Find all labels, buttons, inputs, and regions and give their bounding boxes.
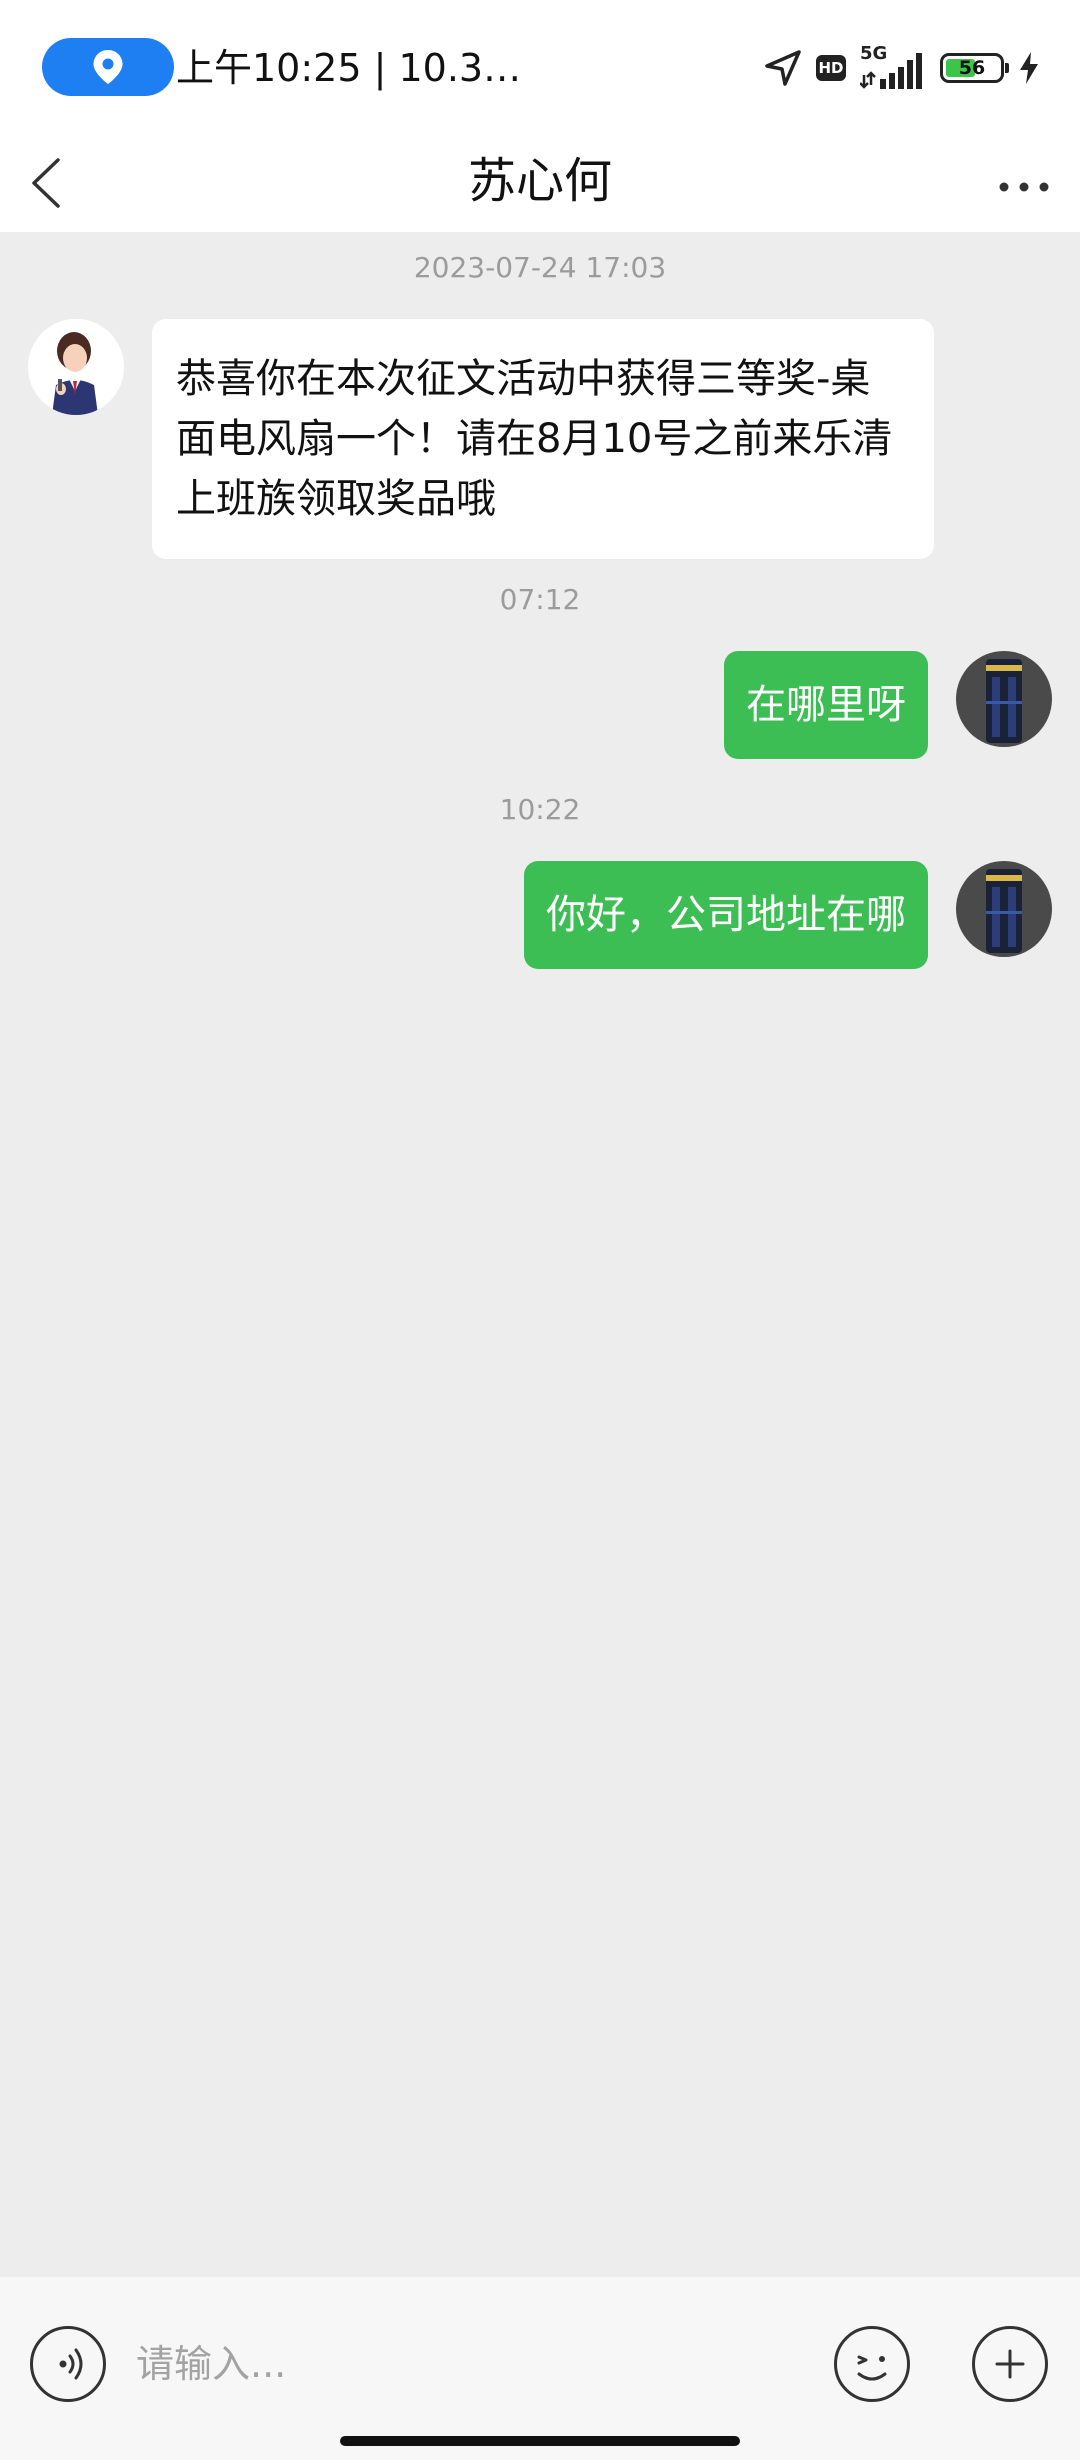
more-dots-icon: [999, 182, 1049, 192]
user-avatar[interactable]: [956, 651, 1052, 747]
status-bar: 上午10:25 | 10.3… HD 5G 56: [0, 0, 1080, 130]
user-avatar-image: [956, 651, 1052, 747]
location-indicator: [42, 38, 174, 96]
message-timestamp: 07:12: [499, 583, 581, 616]
outgoing-message-bubble[interactable]: 在哪里呀: [724, 651, 928, 759]
chat-header: 苏心何: [0, 130, 1080, 232]
outgoing-message-text: 你好，公司地址在哪: [546, 892, 906, 938]
incoming-message-bubble[interactable]: 恭喜你在本次征文活动中获得三等奖-桌面电风扇一个！请在8月10号之前来乐清上班族…: [152, 319, 934, 559]
message-timestamp: 10:22: [499, 793, 581, 826]
user-avatar-image: [956, 861, 1052, 957]
more-options-button[interactable]: [994, 152, 1054, 212]
signal-icon: 5G: [860, 45, 926, 91]
outgoing-message-text: 在哪里呀: [746, 682, 906, 728]
voice-icon: [59, 2348, 83, 2380]
battery-cap: [1005, 63, 1009, 73]
chat-message-list[interactable]: 2023-07-24 17:03 恭喜你在本次征文活动中获得三等奖-桌面电风扇一…: [0, 232, 1080, 2277]
home-indicator[interactable]: [340, 2436, 740, 2446]
emoji-icon: [857, 2355, 887, 2381]
voice-input-button[interactable]: [30, 2326, 106, 2402]
status-icons: HD 5G 56: [764, 40, 1040, 96]
emoji-button[interactable]: [834, 2326, 910, 2402]
outgoing-message-bubble[interactable]: 你好，公司地址在哪: [524, 861, 928, 969]
location-pin-icon: [93, 50, 123, 84]
add-more-button[interactable]: [972, 2326, 1048, 2402]
message-input[interactable]: [136, 2324, 796, 2404]
chat-title: 苏心何: [467, 153, 612, 209]
contact-avatar-image: [28, 319, 124, 415]
battery-level: 56: [958, 57, 986, 79]
charging-bolt-icon: [1020, 52, 1038, 84]
incoming-message-text: 恭喜你在本次征文活动中获得三等奖-桌面电风扇一个！请在8月10号之前来乐清上班族…: [176, 356, 893, 522]
hd-badge: HD: [816, 55, 846, 81]
navigation-arrow-icon: [765, 50, 801, 86]
battery-icon: 56: [940, 53, 1009, 83]
contact-avatar[interactable]: [28, 319, 124, 415]
status-time: 上午10:25 | 10.3…: [176, 46, 522, 90]
user-avatar[interactable]: [956, 861, 1052, 957]
message-timestamp: 2023-07-24 17:03: [413, 251, 667, 284]
plus-icon: [995, 2349, 1025, 2379]
message-input-bar: [0, 2277, 1080, 2460]
